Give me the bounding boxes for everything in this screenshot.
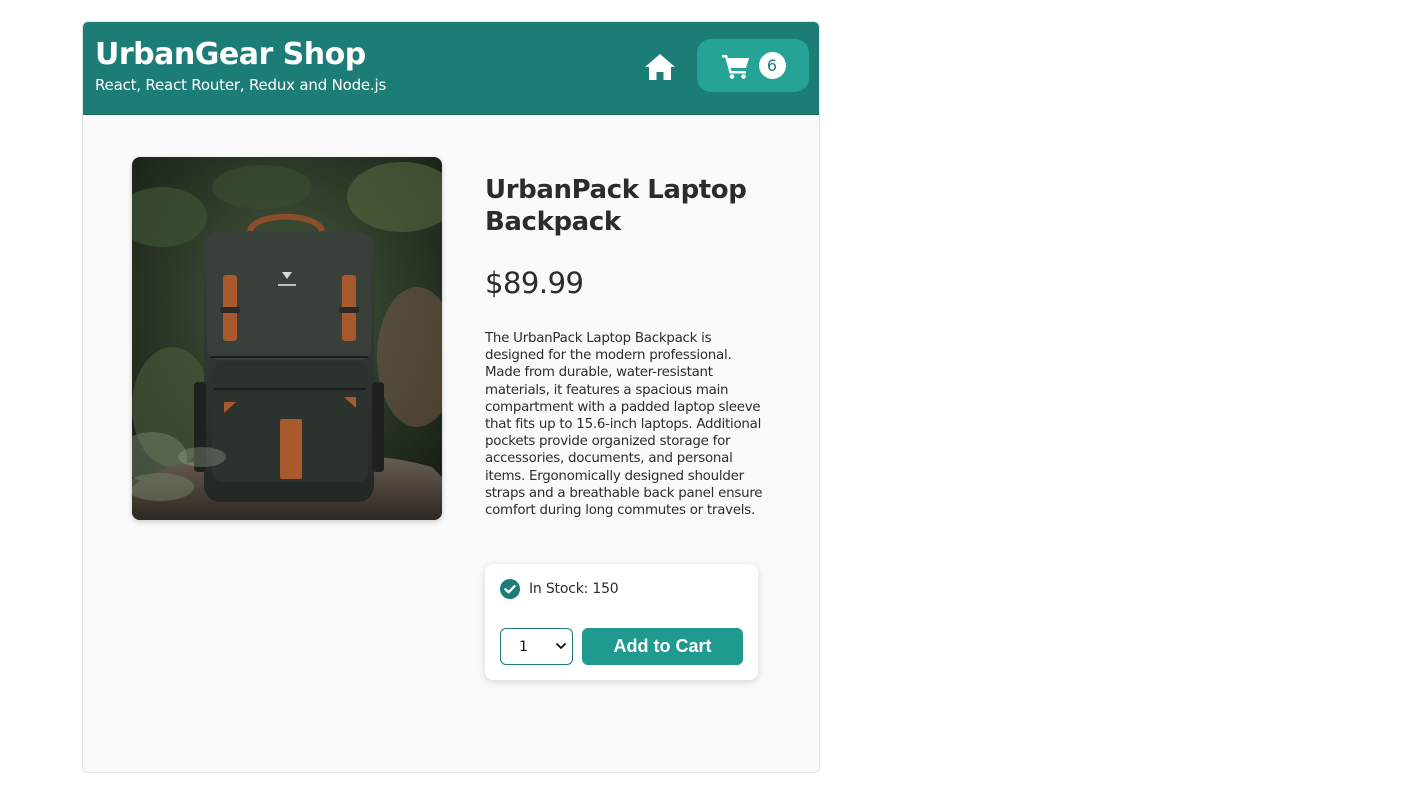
home-icon: [645, 54, 675, 80]
cart-count-badge: 6: [758, 52, 786, 79]
add-to-cart-button[interactable]: Add to Cart: [582, 628, 743, 665]
brand-subtitle: React, React Router, Redux and Node.js: [95, 76, 387, 94]
purchase-card: In Stock: 150 1 Add to Cart: [485, 564, 758, 680]
chevron-down-icon: [556, 643, 566, 649]
shopping-cart-icon: [721, 54, 749, 79]
stock-text: In Stock: 150: [529, 581, 619, 597]
product-price: $89.99: [485, 266, 584, 300]
quantity-value: 1: [519, 638, 528, 655]
product-image: [132, 157, 442, 520]
cart-button[interactable]: 6: [697, 39, 809, 92]
quantity-select[interactable]: 1: [500, 628, 573, 665]
product-title: UrbanPack Laptop Backpack: [485, 175, 747, 237]
product-description: The UrbanPack Laptop Backpack is designe…: [485, 331, 763, 519]
stock-status: In Stock: 150: [500, 578, 619, 600]
brand-title[interactable]: UrbanGear Shop: [95, 38, 366, 72]
app-container: UrbanGear Shop React, React Router, Redu…: [82, 21, 820, 773]
home-button[interactable]: [643, 51, 677, 83]
check-circle-icon: [500, 579, 520, 599]
site-header: UrbanGear Shop React, React Router, Redu…: [83, 22, 819, 115]
